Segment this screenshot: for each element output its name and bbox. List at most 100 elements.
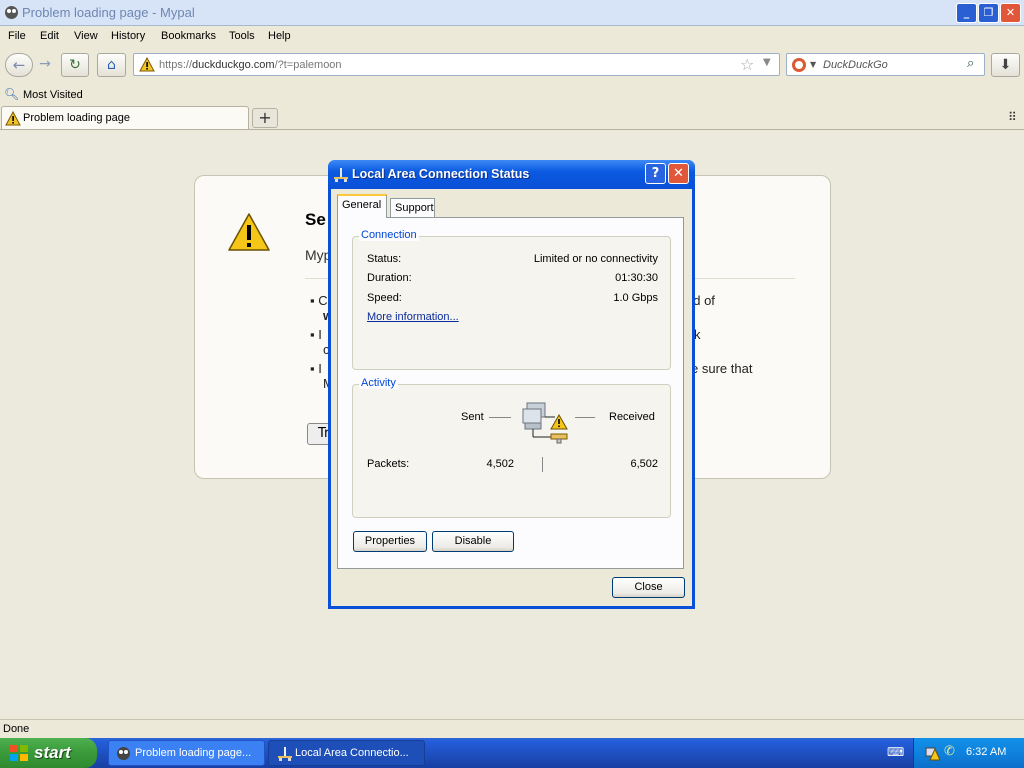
dialog-title-bar: Local Area Connection Status ? ✕ [328,160,695,189]
most-visited-icon: 🔍︎ [4,87,20,101]
sent-line [489,417,511,418]
warning-icon [228,213,270,251]
downloads-button[interactable]: ⬇ [991,53,1020,77]
window-title: Problem loading page - Mypal [22,5,195,20]
back-arrow-icon: ← [12,56,26,74]
general-tab-panel: Connection Status: Limited or no connect… [337,217,684,569]
close-button[interactable]: Close [612,577,685,598]
mypal-icon [117,747,130,760]
network-activity-icon [522,402,568,444]
packets-received-value: 6,502 [630,458,658,470]
sent-label: Sent [461,411,484,423]
bullet-1-left: ▪ C [310,293,328,308]
dialog-body: General Support Connection Status: Limit… [331,189,692,606]
activity-group: Activity Sent Received Packets: 4,502 6,… [352,377,671,518]
tab-general[interactable]: General [337,194,387,218]
minimize-button[interactable]: _ [956,3,977,23]
menu-help[interactable]: Help [268,30,291,42]
connection-legend: Connection [359,229,419,241]
taskbar-item-browser[interactable]: Problem loading page... [108,740,265,766]
taskbar-item-connection-label: Local Area Connectio... [295,747,409,759]
status-text: Done [3,723,30,735]
forward-button[interactable]: → [34,53,56,77]
mypal-icon [5,6,18,19]
url-dropdown-icon[interactable]: ▼ [763,57,771,68]
connection-status-dialog: Local Area Connection Status ? ✕ General… [328,160,695,609]
bullet-2-text: I [318,327,322,342]
bullet-3-text: I [318,361,322,376]
menu-bookmarks[interactable]: Bookmarks [161,30,216,42]
search-bar[interactable]: ▼ DuckDuckGo ⌕ [786,53,985,76]
tab-label: Problem loading page [23,112,131,124]
url-prefix: https:// [159,59,193,71]
bookmarks-toolbar: 🔍︎ Most Visited [0,85,1024,105]
search-placeholder: DuckDuckGo [823,59,888,71]
connection-group: Connection Status: Limited or no connect… [352,229,671,370]
forward-arrow-icon: → [39,56,51,72]
network-icon [278,747,292,761]
duration-value: 01:30:30 [615,272,658,284]
maximize-button[interactable]: ❐ [978,3,999,23]
search-engine-dropdown-icon[interactable]: ▼ [810,60,816,69]
bullet-3-right: e sure that [691,361,753,376]
start-button[interactable]: start [0,738,97,768]
help-button[interactable]: ? [645,163,666,184]
bullet-1-text: C [318,293,328,308]
packets-divider [542,457,543,472]
menu-file[interactable]: File [8,30,26,42]
back-button[interactable]: ← [5,53,33,77]
tab-strip: Problem loading page + ⠿ [0,106,1024,130]
status-bar: Done [0,719,1024,738]
menu-edit[interactable]: Edit [40,30,59,42]
received-line [575,417,595,418]
disable-button[interactable]: Disable [432,531,514,552]
error-title: Se [305,210,326,229]
warning-icon [5,111,21,126]
taskbar-item-browser-label: Problem loading page... [135,747,252,759]
reload-button[interactable]: ↻ [61,53,89,77]
bullet-2-left: ▪ I [310,327,322,342]
menu-tools[interactable]: Tools [229,30,255,42]
keyboard-icon[interactable]: ⌨ [887,745,904,759]
taskbar-item-connection-status[interactable]: Local Area Connectio... [268,740,425,766]
menu-view[interactable]: View [74,30,98,42]
dialog-title: Local Area Connection Status [352,167,530,181]
speed-value: 1.0 Gbps [613,292,658,304]
received-label: Received [609,411,655,423]
packets-label: Packets: [367,458,410,470]
start-label: start [34,743,71,762]
home-button[interactable]: ⌂ [97,53,126,77]
more-information-link[interactable]: More information... [367,311,459,323]
duckduckgo-icon [792,58,806,72]
close-window-button[interactable]: ✕ [1000,3,1021,23]
clock: 6:32 AM [966,746,1007,758]
warning-icon [139,57,155,72]
most-visited-bookmark[interactable]: Most Visited [23,89,83,101]
dialog-close-x-button[interactable]: ✕ [668,163,689,184]
menu-history[interactable]: History [111,30,145,42]
bookmark-star-icon[interactable]: ☆ [740,55,754,74]
tab-problem-loading[interactable]: Problem loading page [1,106,249,129]
packets-sent-value: 4,502 [486,458,514,470]
url-text: https://duckduckgo.com/?t=palemoon [159,59,342,71]
download-arrow-icon: ⬇ [999,57,1012,73]
home-icon: ⌂ [107,57,116,73]
menu-bar: File Edit View History Bookmarks Tools H… [0,27,1024,47]
network-icon [334,168,348,182]
url-bar[interactable]: https://duckduckgo.com/?t=palemoon ☆ ▼ [133,53,780,76]
network-warning-icon[interactable] [924,745,940,761]
taskbar: start Problem loading page... Local Area… [0,738,1024,768]
url-domain: duckduckgo.com [192,59,275,71]
plus-icon: + [258,108,272,127]
speed-label: Speed: [367,292,402,304]
tab-support[interactable]: Support [390,198,435,218]
search-magnifier-icon[interactable]: ⌕ [967,56,974,71]
close-icon: ✕ [673,166,684,181]
tab-groups-icon[interactable]: ⠿ [1008,110,1017,124]
activity-legend: Activity [359,377,398,389]
bullet-3-left: ▪ I [310,361,322,376]
properties-button[interactable]: Properties [353,531,427,552]
url-suffix: /?t=palemoon [274,59,342,71]
new-tab-button[interactable]: + [252,108,278,128]
volume-icon[interactable]: ✆ [944,744,955,759]
